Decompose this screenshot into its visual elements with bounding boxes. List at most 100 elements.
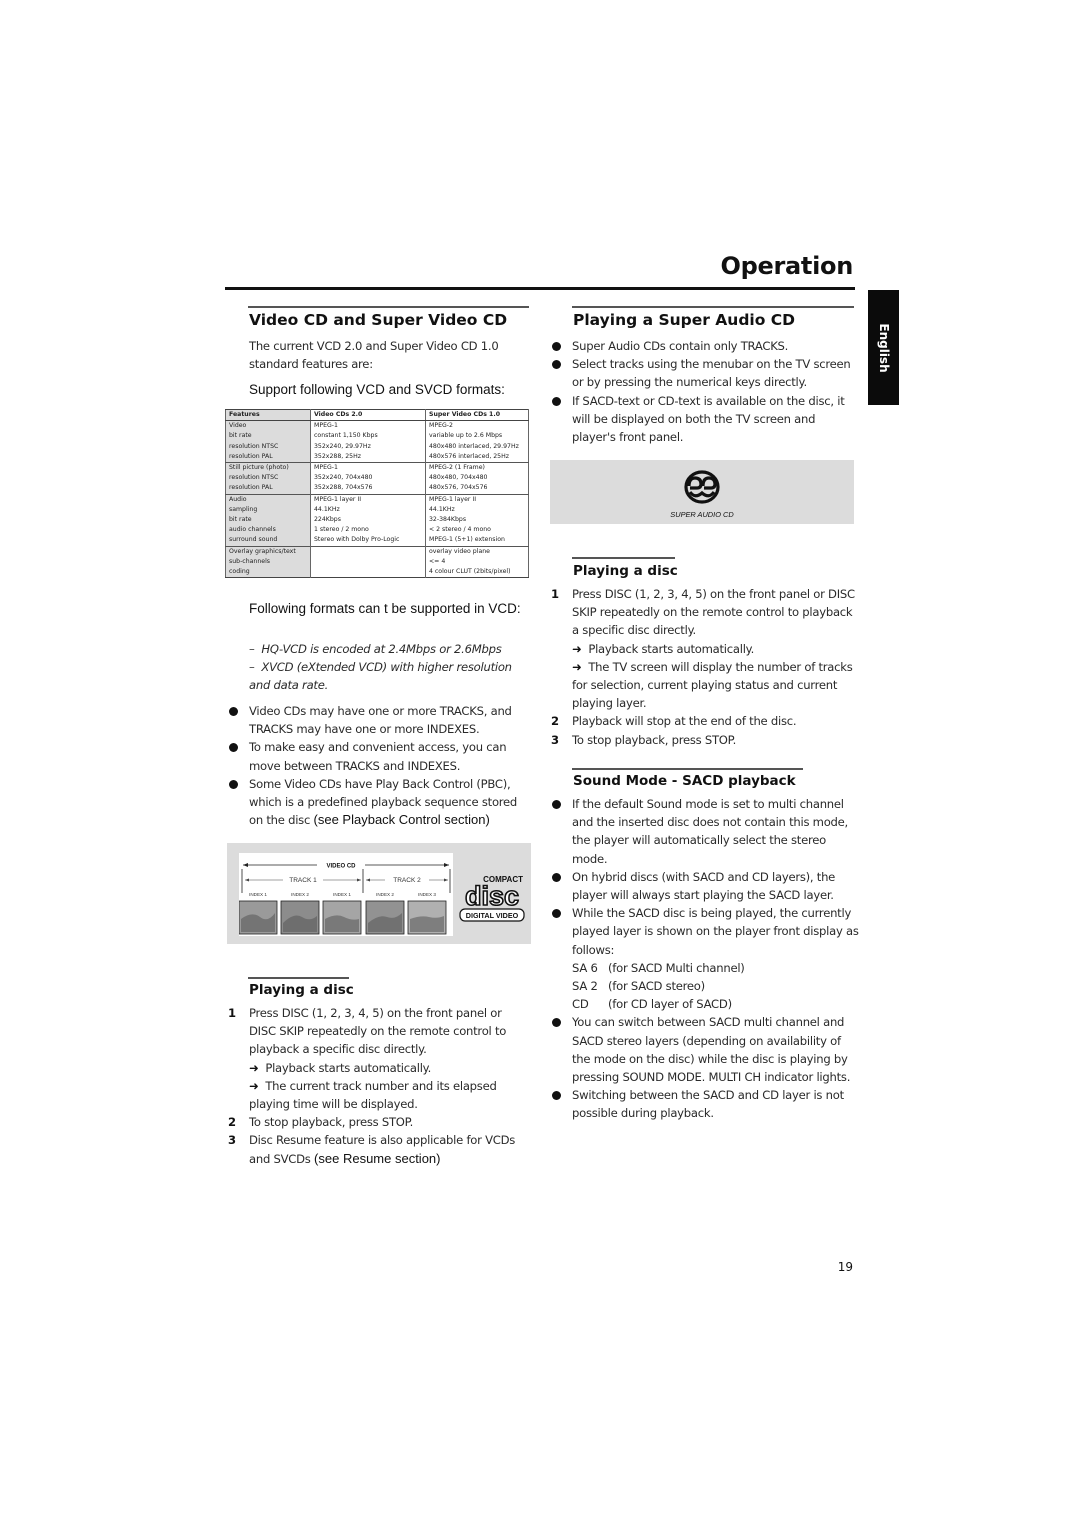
step-number: 1 <box>551 587 559 601</box>
step-item: 3 To stop playback, press STOP. <box>549 731 859 749</box>
table-row: audio channels 1 stereo / 2 mono < 2 stere… <box>225 525 529 536</box>
step-item: 3 Disc Resume feature is also applicable … <box>226 1131 531 1167</box>
table-header-cell: Video CDs 2.0 <box>310 409 426 422</box>
table-cell: Still picture (photo) <box>225 462 311 474</box>
left-playing-steps: 1 Press DISC (1, 2, 3, 4, 5) on the front… <box>226 1004 531 1168</box>
table-row: Still picture (photo) MPEG-1 MPEG-2 (1 Fra… <box>225 462 529 474</box>
step-text: The TV screen will display the number of… <box>572 659 853 711</box>
logo-disc-text: disc <box>465 881 519 911</box>
index-label: INDEX 1 <box>333 892 351 897</box>
table-cell: 480x480, 704x480 <box>429 474 488 482</box>
vcd-bullet-list: Video CDs may have one or more TRACKS, a… <box>226 702 531 829</box>
step-item: ➜ Playback starts automatically. <box>549 640 859 658</box>
table-cell: coding <box>225 567 311 578</box>
language-tab-label: English <box>876 322 891 373</box>
step-item: ➜ The current track number and its elaps… <box>226 1077 531 1113</box>
bullet-text: Select tracks using the menubar on the T… <box>572 357 851 390</box>
table-header-cell: Features <box>225 409 311 422</box>
bullet-text: Switching between the SACD and CD layer … <box>572 1088 844 1121</box>
table-header-cell: Super Video CDs 1.0 <box>425 409 529 422</box>
bullet-icon <box>552 1018 561 1028</box>
section-rule <box>572 557 675 559</box>
bullet-icon <box>229 707 238 716</box>
table-cell: 44.1KHz <box>429 505 455 513</box>
table-cell: < 2 stereo / 4 mono <box>429 526 491 534</box>
unsupported-text: HQ-VCD is encoded at 2.4Mbps or 2.6Mbps <box>261 642 502 656</box>
section-title-sound-mode: Sound Mode - SACD playback <box>573 773 796 789</box>
table-cell: 352x288, 704x576 <box>310 483 426 495</box>
table-row: resolution NTSC 352x240, 704x480 480x480, … <box>225 473 529 484</box>
table-cell: 44.1KHz <box>310 504 426 516</box>
bullet-item: Select tracks using the menubar on the T… <box>549 355 859 391</box>
bullet-text: Super Audio CDs contain only TRACKS. <box>572 339 789 353</box>
table-cell: 224Kbps <box>310 515 426 526</box>
bullet-text: If SACD-text or CD-text is available on … <box>572 393 845 445</box>
bullet-item: Video CDs may have one or more TRACKS, a… <box>226 702 531 738</box>
table-cell: <= 4 <box>429 557 446 565</box>
bullet-text: While the SACD disc is being played, the… <box>572 906 859 957</box>
table-row: bit rate constant 1,150 Kbps variable up t… <box>225 431 529 442</box>
table-row: resolution PAL 352x288, 704x576 480x576, 7… <box>225 483 529 495</box>
arrowhead-icon <box>243 863 248 867</box>
right-playing-steps: 1 Press DISC (1, 2, 3, 4, 5) on the front… <box>549 585 859 749</box>
step-number: 2 <box>228 1115 236 1130</box>
step-text: To stop playback, press STOP. <box>249 1115 414 1130</box>
table-row: sub-channels <= 4 <box>225 556 529 568</box>
dash: – <box>249 642 255 656</box>
bullet-icon <box>552 360 561 370</box>
table-cell: resolution PAL <box>225 451 311 463</box>
step-item: 2 Playback will stop at the end of the di… <box>549 712 859 730</box>
bullet-icon <box>552 800 561 809</box>
section-rule <box>572 768 803 770</box>
table-cell: 480x576, 704x576 <box>429 484 488 492</box>
display-mode-row: CD (for CD layer of SACD) <box>549 995 859 1013</box>
table-cell <box>310 545 426 557</box>
header-rule <box>225 287 855 290</box>
page-title: Operation <box>720 252 854 280</box>
table-row: Audio MPEG-1 layer II MPEG-1 layer II <box>225 493 529 505</box>
step-item: ➜ The TV screen will display the number … <box>549 658 859 713</box>
bullet-item: Super Audio CDs contain only TRACKS. <box>549 337 859 355</box>
index-label: INDEX 2 <box>291 892 309 897</box>
table-cell: sampling <box>225 504 311 516</box>
step-text: Playback starts automatically. <box>265 1060 432 1075</box>
table-cell: resolution NTSC <box>225 441 311 452</box>
table-cell: bit rate <box>225 515 311 526</box>
super-audio-cd-logo-panel: SUPER AUDIO CD <box>550 460 854 524</box>
section-rule <box>248 977 349 979</box>
bullet-icon <box>552 342 561 351</box>
section-rule <box>572 306 854 308</box>
logo-digital-video-text: DIGITAL VIDEO <box>466 911 519 920</box>
table-cell: MPEG-2 (1 Frame) <box>425 462 529 474</box>
display-mode-code: SA 2 <box>572 979 598 994</box>
table-cell: constant 1,150 Kbps <box>310 431 426 442</box>
table-header-row: Features Video CDs 2.0 Super Video CDs 1… <box>225 409 529 422</box>
table-row: Video MPEG-1 MPEG-2 <box>225 420 529 432</box>
bullet-item: While the SACD disc is being played, the… <box>549 904 859 959</box>
step-text: Playback starts automatically. <box>588 641 755 656</box>
features-table: Features Video CDs 2.0 Super Video CDs 1… <box>225 409 529 579</box>
table-cell: variable up to 2.6 Mbps <box>429 432 503 440</box>
table-row: resolution PAL 352x288, 25Hz 480x576 inter… <box>225 451 529 463</box>
language-tab: English <box>868 290 899 405</box>
super-audio-cd-logo: SUPER AUDIO CD <box>670 470 734 519</box>
table-cell: MPEG-1 (5+1) extension <box>429 536 505 544</box>
table-row: sampling 44.1KHz 44.1KHz <box>225 504 529 516</box>
bullet-item: You can switch between SACD multi channe… <box>549 1013 859 1086</box>
sacd-emblem-icon <box>684 470 720 504</box>
table-cell: MPEG-1 layer II <box>310 493 426 505</box>
bullet-text: On hybrid discs (with SACD and CD layers… <box>572 869 836 903</box>
bullet-text: You can switch between SACD multi channe… <box>572 1015 851 1085</box>
table-cell: 480x576 interlaced, 25Hz <box>429 452 510 460</box>
display-mode-code: CD <box>572 997 589 1012</box>
vcd-support-line: Support following VCD and SVCD formats: <box>249 382 505 397</box>
index-label: INDEX 1 <box>249 892 267 897</box>
table-cell: 32-384Kbps <box>429 516 467 524</box>
step-item: 2 To stop playback, press STOP. <box>226 1113 531 1131</box>
table-cell: 480x480 interlaced, 29.97Hz <box>429 442 519 450</box>
step-item: ➜ Playback starts automatically. <box>226 1059 531 1077</box>
table-cell: bit rate <box>225 431 311 442</box>
bullet-item: Switching between the SACD and CD layer … <box>549 1086 859 1122</box>
table-cell: Video <box>225 420 311 432</box>
unsupported-item: – XVCD (eXtended VCD) with higher resolu… <box>249 658 534 694</box>
